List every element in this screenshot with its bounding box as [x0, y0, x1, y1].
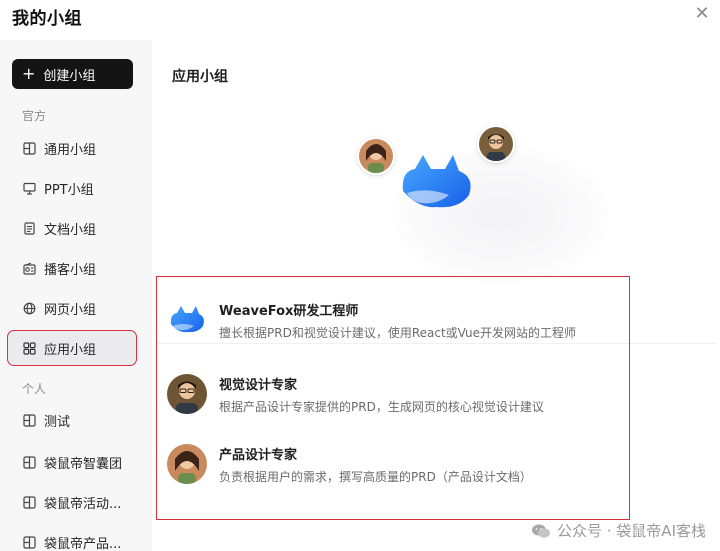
sidebar-item-activity[interactable]: 袋鼠帝活动... [8, 485, 136, 519]
sidebar-item-webpage[interactable]: 网页小组 [8, 291, 136, 325]
avatar [357, 137, 395, 175]
sidebar-item-general[interactable]: 通用小组 [8, 131, 136, 165]
watermark-text: 公众号 · 袋鼠帝AI客栈 [557, 522, 706, 540]
sidebar-item-test[interactable]: 测试 [8, 403, 136, 437]
agent-description: 根据产品设计专家提供的PRD，生成网页的核心视觉设计建议 [219, 399, 544, 414]
table-icon [22, 535, 36, 549]
sidebar-item-label: 袋鼠帝活动... [44, 496, 122, 512]
agent-name: 视觉设计专家 [219, 377, 298, 393]
wechat-icon [531, 521, 551, 541]
apps-icon [22, 341, 36, 355]
sidebar-item-document[interactable]: 文档小组 [8, 211, 136, 245]
plus-icon: + [22, 64, 36, 83]
sidebar: + 创建小组 官方 通用小组 PPT小组 文档小组 播客小组 网页小组 应用小组… [0, 40, 152, 551]
radio-icon [22, 261, 36, 275]
avatar [167, 444, 207, 484]
create-group-label: 创建小组 [43, 68, 96, 84]
sidebar-item-product[interactable]: 袋鼠帝产品... [8, 525, 136, 551]
table-icon [22, 495, 36, 509]
list-item-visual-designer[interactable]: 视觉设计专家 根据产品设计专家提供的PRD，生成网页的核心视觉设计建议 [167, 364, 623, 424]
list-item-product-designer[interactable]: 产品设计专家 负责根据用户的需求，撰写高质量的PRD（产品设计文档） [167, 434, 623, 494]
agent-name: WeaveFox研发工程师 [219, 303, 359, 319]
table-icon [22, 141, 36, 155]
agent-description: 负责根据用户的需求，撰写高质量的PRD（产品设计文档） [219, 469, 532, 484]
agent-name: 产品设计专家 [219, 447, 298, 463]
sidebar-item-label: 应用小组 [44, 342, 97, 358]
create-group-button[interactable]: + 创建小组 [12, 59, 133, 89]
table-icon [22, 413, 36, 427]
sidebar-item-label: 播客小组 [44, 262, 97, 278]
presentation-icon [22, 181, 36, 195]
sidebar-item-label: 通用小组 [44, 142, 97, 158]
section-label-official: 官方 [22, 109, 47, 123]
table-icon [22, 455, 36, 469]
weavefox-logo-icon [397, 147, 479, 217]
agent-info: 视觉设计专家 根据产品设计专家提供的PRD，生成网页的核心视觉设计建议 [219, 374, 544, 415]
main-panel: 应用小组 WeaveFox研发工程师 擅长根据PRD和视觉设计建议，使用Reac… [152, 40, 720, 551]
sidebar-item-label: PPT小组 [44, 182, 94, 198]
avatar [167, 374, 207, 414]
sidebar-item-label: 测试 [44, 414, 71, 430]
document-icon [22, 221, 36, 235]
avatar [477, 125, 515, 163]
list-item-weavefox[interactable]: WeaveFox研发工程师 擅长根据PRD和视觉设计建议，使用React或Vue… [167, 290, 623, 350]
agent-info: WeaveFox研发工程师 擅长根据PRD和视觉设计建议，使用React或Vue… [219, 300, 576, 341]
sidebar-item-think-tank[interactable]: 袋鼠帝智囊团 [8, 445, 136, 479]
watermark: 公众号 · 袋鼠帝AI客栈 [531, 520, 706, 541]
dialog-title: 我的小组 [12, 9, 82, 29]
sidebar-item-podcast[interactable]: 播客小组 [8, 251, 136, 285]
globe-icon [22, 301, 36, 315]
sidebar-item-apps[interactable]: 应用小组 [7, 330, 137, 366]
agent-list: WeaveFox研发工程师 擅长根据PRD和视觉设计建议，使用React或Vue… [156, 276, 630, 520]
close-icon[interactable]: ✕ [692, 4, 712, 24]
weavefox-logo-icon [167, 300, 207, 340]
sidebar-item-label: 文档小组 [44, 222, 97, 238]
section-label-personal: 个人 [22, 382, 47, 396]
agent-info: 产品设计专家 负责根据用户的需求，撰写高质量的PRD（产品设计文档） [219, 444, 532, 485]
agent-description: 擅长根据PRD和视觉设计建议，使用React或Vue开发网站的工程师 [219, 325, 577, 340]
sidebar-item-label: 袋鼠帝产品... [44, 536, 122, 551]
hero-illustration [357, 115, 611, 285]
sidebar-item-label: 网页小组 [44, 302, 97, 318]
dialog-header: 我的小组 ✕ [0, 0, 720, 34]
page-title: 应用小组 [172, 69, 228, 85]
sidebar-item-label: 袋鼠帝智囊团 [44, 456, 123, 472]
sidebar-item-ppt[interactable]: PPT小组 [8, 171, 136, 205]
